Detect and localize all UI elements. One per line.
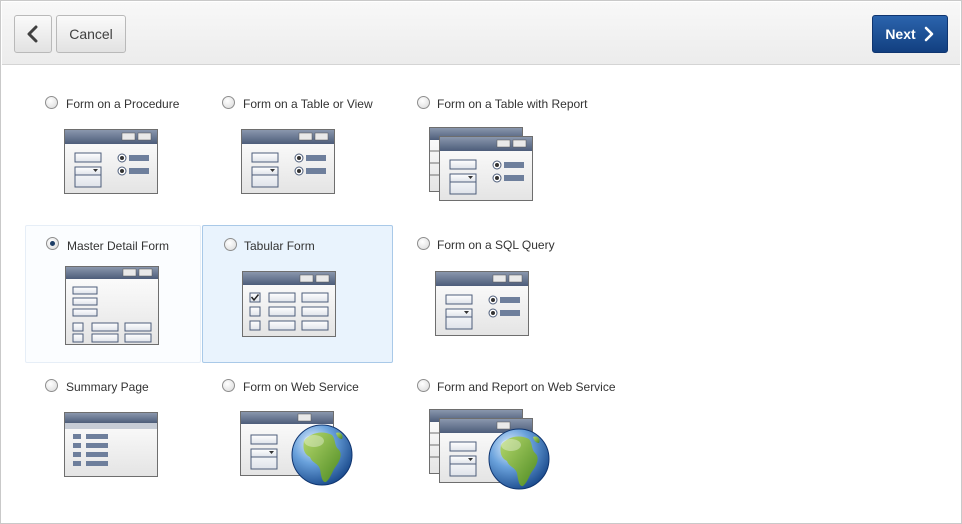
option-tabular-form[interactable]: Tabular Form (202, 225, 393, 363)
back-button[interactable] (14, 15, 52, 53)
option-form-on-table-with-report[interactable]: Form on a Table with Report (399, 85, 629, 207)
radio-form-on-table-with-report[interactable] (417, 96, 430, 109)
option-label: Tabular Form (244, 239, 315, 253)
option-master-detail-form[interactable]: Master Detail Form (25, 225, 201, 363)
chevron-left-icon (27, 25, 38, 43)
radio-tabular-form[interactable] (224, 238, 237, 251)
radio-summary-page[interactable] (45, 379, 58, 392)
option-label: Form on Web Service (243, 380, 359, 394)
option-label: Form and Report on Web Service (437, 380, 616, 394)
option-label: Summary Page (66, 380, 149, 394)
option-label: Form on a Procedure (66, 97, 180, 111)
form-report-icon (429, 127, 533, 201)
radio-form-on-table-or-view[interactable] (222, 96, 235, 109)
master-detail-icon (65, 266, 159, 345)
chevron-right-icon (924, 26, 933, 42)
radio-master-detail-form[interactable] (46, 237, 59, 250)
radio-form-on-sql-query[interactable] (417, 237, 430, 250)
form-icon (64, 129, 158, 194)
option-form-on-sql-query[interactable]: Form on a SQL Query (399, 225, 629, 363)
summary-page-icon (64, 412, 158, 477)
globe-icon (488, 428, 550, 490)
tabular-form-icon (242, 271, 336, 337)
option-form-on-procedure[interactable]: Form on a Procedure (27, 85, 201, 207)
option-form-on-table-or-view[interactable]: Form on a Table or View (204, 85, 392, 207)
next-button-label: Next (885, 26, 916, 42)
option-label: Form on a Table or View (243, 97, 373, 111)
radio-form-on-web-service[interactable] (222, 379, 235, 392)
option-label: Master Detail Form (67, 239, 170, 253)
option-label: Form on a SQL Query (437, 238, 555, 252)
form-icon (241, 129, 335, 194)
option-form-on-web-service[interactable]: Form on Web Service (204, 367, 392, 491)
radio-form-and-report-on-web-service[interactable] (417, 379, 430, 392)
option-label: Form on a Table with Report (437, 97, 588, 111)
web-service-form-report-icon (429, 409, 550, 490)
cancel-button[interactable]: Cancel (56, 15, 126, 53)
globe-icon (291, 424, 353, 486)
form-icon (435, 271, 529, 336)
next-button[interactable]: Next (872, 15, 948, 53)
option-form-and-report-on-web-service[interactable]: Form and Report on Web Service (399, 367, 639, 493)
wizard-dialog: Cancel Next Form on a Procedure Form on … (0, 0, 962, 524)
option-summary-page[interactable]: Summary Page (27, 367, 201, 487)
wizard-toolbar: Cancel Next (2, 2, 960, 65)
radio-form-on-procedure[interactable] (45, 96, 58, 109)
web-service-form-icon (240, 411, 353, 486)
